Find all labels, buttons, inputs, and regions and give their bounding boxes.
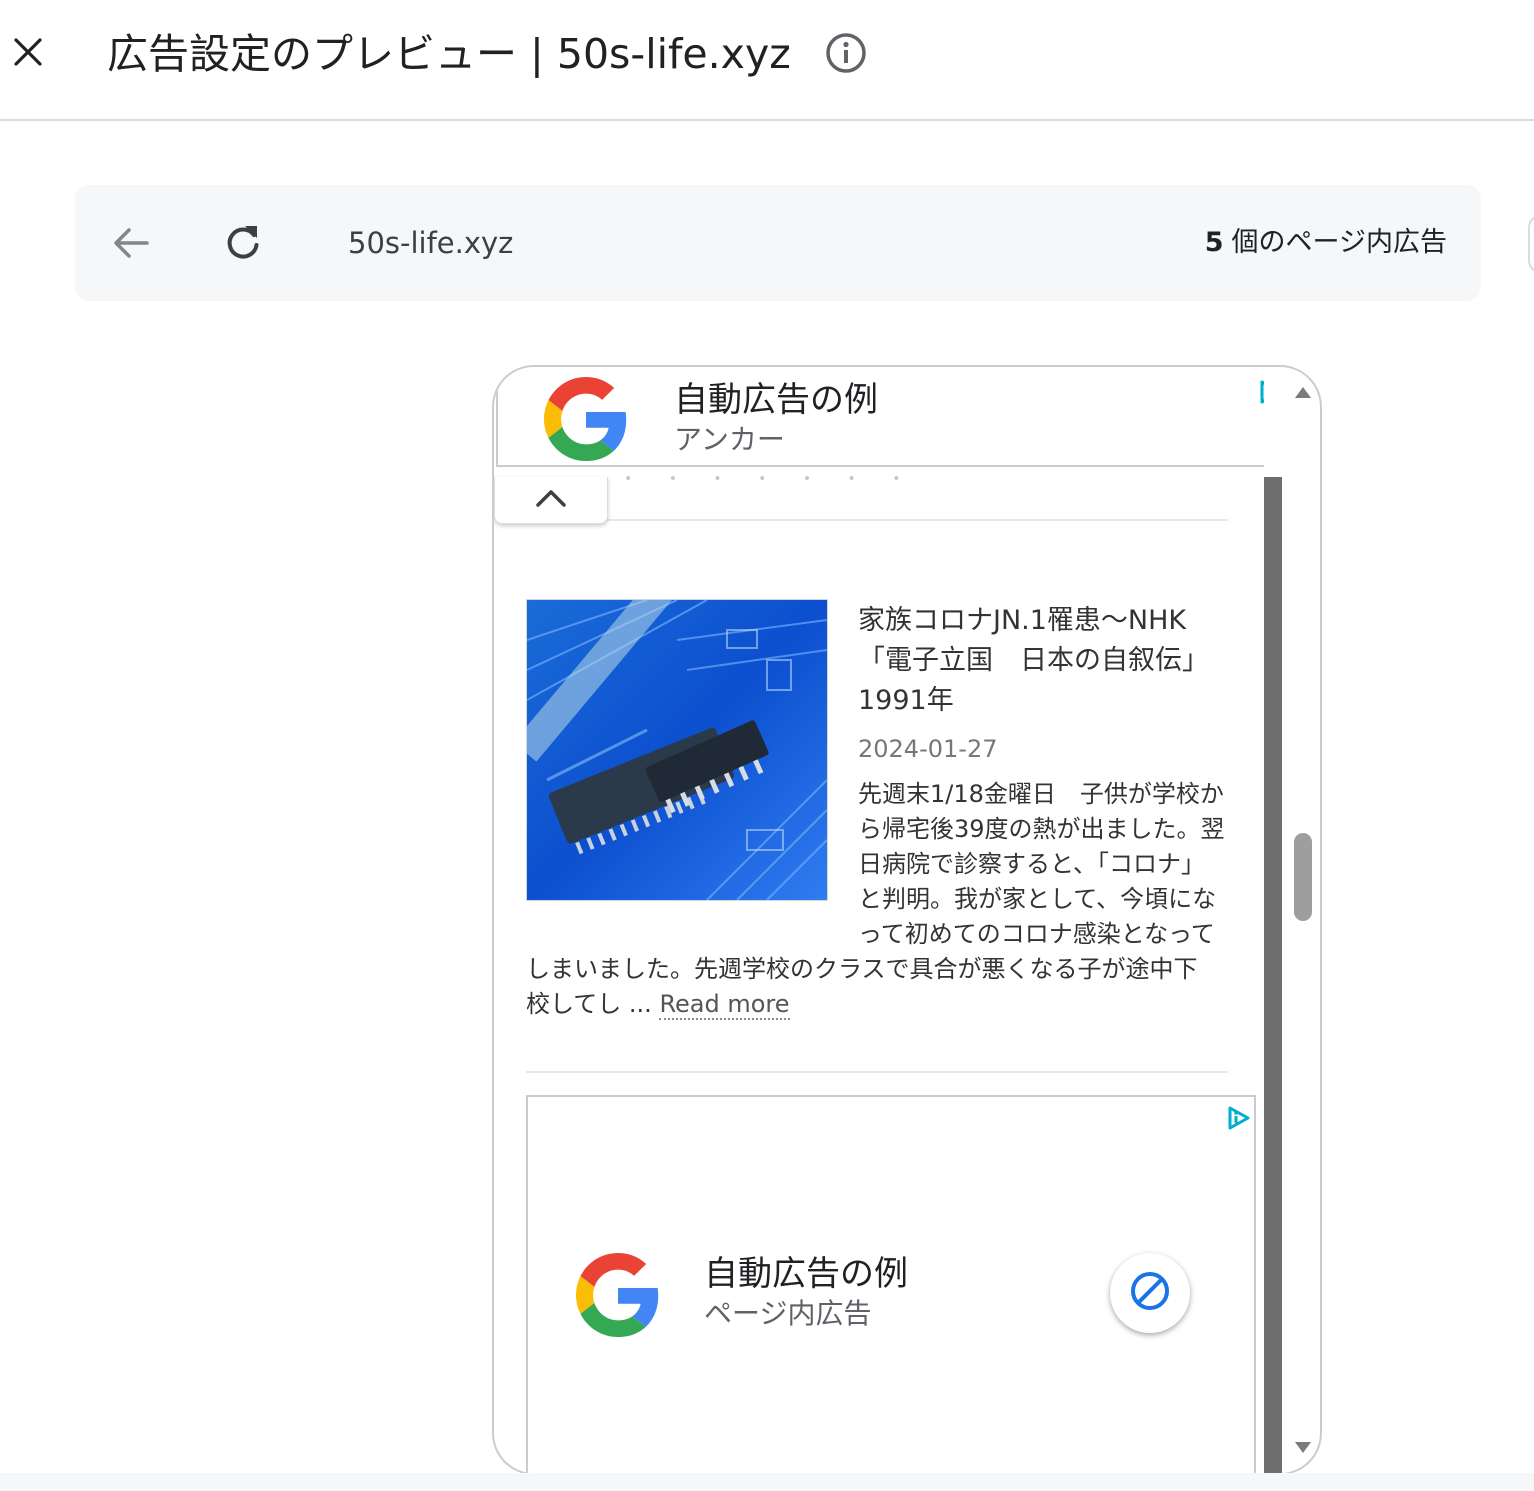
article-excerpt-line: 日病院で診察すると、「コロナ」: [858, 850, 1206, 878]
anchor-ad-title: 自動広告の例: [674, 380, 878, 420]
anchor-ad-subtitle: アンカー: [674, 423, 785, 456]
chevron-up-icon: [535, 488, 567, 512]
adchoices-icon[interactable]: [1226, 1105, 1252, 1131]
scroll-up-arrow-icon[interactable]: [1292, 383, 1314, 401]
google-logo-icon: [576, 1253, 660, 1337]
article-excerpt-line: 先週末1/18金曜日 子供が学校か: [858, 780, 1224, 808]
inpage-ad-example: 自動広告の例 ページ内広告: [526, 1095, 1256, 1473]
anchor-ad-example: 自動広告の例 アンカー: [496, 369, 1264, 467]
article-title[interactable]: 家族コロナJN.1罹患〜NHK「電子立国 日本の自叙伝」1991年: [858, 601, 1238, 721]
article-excerpt-line: と判明。我が家として、今頃にな: [858, 885, 1217, 913]
article-date: 2024-01-27: [858, 735, 998, 763]
adchoices-icon[interactable]: [1258, 379, 1264, 405]
read-more-link[interactable]: Read more: [659, 990, 790, 1020]
page-scrollbar[interactable]: [1264, 477, 1282, 1473]
arrow-back-icon: [109, 228, 153, 267]
article-excerpt-line: しまいました。先週学校のクラスで具合が悪くなる子が途中下: [526, 955, 1198, 983]
reload-button[interactable]: [221, 221, 265, 265]
close-button[interactable]: [8, 34, 48, 74]
article-excerpt-last-line: 校してし ... Read more: [526, 987, 790, 1022]
info-button[interactable]: [824, 33, 868, 77]
block-icon: [1128, 1269, 1172, 1317]
side-panel-edge: [1528, 214, 1534, 274]
phone-preview-frame: • • • • • • • 家族コロナJN.1罹患〜NHK「電子立国 日本の自叙…: [492, 365, 1322, 1475]
dialog-title: 広告設定のプレビュー | 50s-life.xyz: [107, 30, 791, 78]
preview-browser-bar: 50s-life.xyz 5 個のページ内広告: [75, 185, 1481, 301]
inpage-ad-subtitle: ページ内広告: [704, 1297, 872, 1330]
divider: [526, 1071, 1228, 1073]
ad-count: 5 個のページ内広告: [1205, 221, 1447, 265]
refresh-icon: [221, 226, 265, 269]
back-button[interactable]: [109, 223, 153, 263]
bottom-edge: [0, 1473, 1534, 1491]
scroll-down-arrow-icon[interactable]: [1292, 1439, 1314, 1457]
article-thumbnail[interactable]: [526, 599, 828, 901]
ad-count-number: 5: [1204, 227, 1224, 258]
dialog-header: 広告設定のプレビュー | 50s-life.xyz: [0, 0, 1534, 121]
article-excerpt-line: ら帰宅後39度の熱が出ました。翌: [858, 815, 1225, 843]
page-content: • • • • • • • 家族コロナJN.1罹患〜NHK「電子立国 日本の自叙…: [494, 367, 1264, 1473]
decorative-dots: • • • • • • •: [624, 471, 917, 487]
info-icon: [825, 32, 867, 78]
article-excerpt-text: 校してし ...: [526, 990, 652, 1018]
article-excerpt-line: って初めてのコロナ感染となって: [858, 920, 1215, 948]
anchor-collapse-button[interactable]: [494, 477, 608, 524]
block-ad-button[interactable]: [1110, 1253, 1190, 1333]
close-icon: [12, 36, 44, 72]
inpage-ad-title: 自動広告の例: [704, 1254, 908, 1294]
google-logo-icon: [544, 377, 628, 461]
frame-scrollbar-thumb[interactable]: [1294, 833, 1312, 921]
divider: [526, 519, 1228, 521]
ad-count-label: 個のページ内広告: [1231, 227, 1447, 258]
page-url: 50s-life.xyz: [348, 226, 514, 260]
